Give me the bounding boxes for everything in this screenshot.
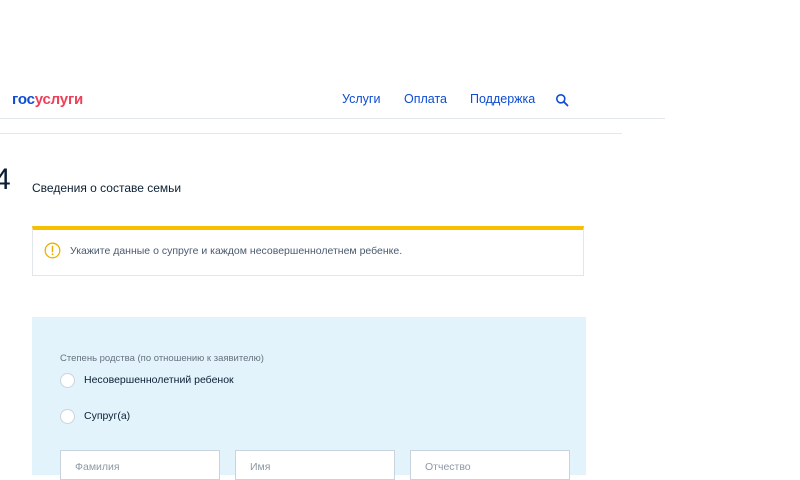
logo-part-gos: гос (12, 91, 35, 108)
logo-part-uslugi: услуги (34, 91, 84, 108)
name-field[interactable] (235, 450, 395, 480)
patronymic-input[interactable] (423, 460, 567, 474)
step-number: 4 (0, 163, 11, 196)
search-icon[interactable] (555, 93, 569, 107)
info-alert: Укажите данные о супруге и каждом несове… (32, 226, 584, 276)
radio-label: Супруг(а) (84, 410, 131, 422)
surname-input[interactable] (73, 460, 217, 474)
warning-circle-icon (44, 242, 61, 259)
name-input[interactable] (248, 460, 392, 474)
radio-button[interactable] (60, 409, 75, 424)
relation-label: Степень родства (по отношению к заявител… (60, 353, 264, 364)
family-member-panel: Степень родства (по отношению к заявител… (32, 317, 586, 480)
divider (0, 133, 622, 134)
patronymic-field[interactable] (410, 450, 570, 480)
alert-text: Укажите данные о супруге и каждом несове… (70, 245, 403, 257)
nav-link-payment[interactable]: Оплата (404, 92, 447, 106)
nav-link-services[interactable]: Услуги (342, 92, 380, 106)
section-title: Сведения о составе семьи (32, 181, 182, 195)
gosuslugi-logo[interactable]: госуслуги (12, 91, 83, 108)
radio-label: Несовершеннолетний ребенок (84, 374, 234, 386)
nav-link-support[interactable]: Поддержка (470, 92, 535, 106)
radio-button[interactable] (60, 373, 75, 388)
surname-field[interactable] (60, 450, 220, 480)
